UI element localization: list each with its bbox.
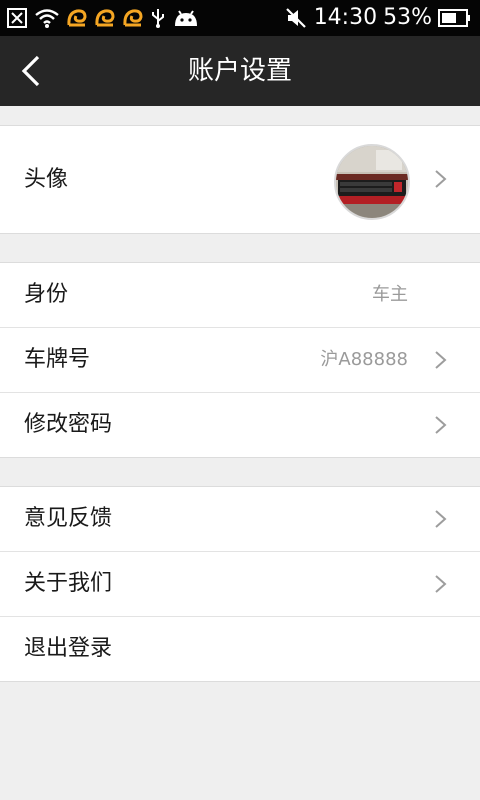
- about-us-row[interactable]: 关于我们: [0, 552, 480, 617]
- chevron-right-icon: [434, 415, 448, 435]
- status-right-info: 14:30 53%: [284, 5, 472, 31]
- chevron-right-icon: [434, 350, 448, 370]
- avatar-label: 头像: [24, 167, 69, 192]
- plate-label: 车牌号: [24, 347, 91, 372]
- status-time: 14:30: [313, 5, 378, 30]
- avatar-row[interactable]: 头像: [0, 126, 480, 233]
- app-notification-icon: [66, 7, 88, 29]
- wifi-icon: [34, 7, 60, 29]
- identity-row: 身份 车主: [0, 263, 480, 328]
- identity-value: 车主: [372, 284, 408, 305]
- about-us-label: 关于我们: [24, 571, 113, 596]
- plate-row[interactable]: 车牌号 沪A88888: [0, 328, 480, 393]
- logout-label: 退出登录: [24, 636, 113, 661]
- battery-percent: 53%: [383, 5, 432, 30]
- change-password-label: 修改密码: [24, 412, 113, 437]
- other-group: 意见反馈 关于我们 退出登录: [0, 486, 480, 682]
- status-left-icons: [6, 5, 200, 31]
- account-group: 身份 车主 车牌号 沪A88888 修改密码: [0, 262, 480, 458]
- identity-label: 身份: [24, 282, 69, 307]
- profile-group: 头像: [0, 125, 480, 234]
- android-icon: [172, 7, 200, 29]
- app-notification-icon: [94, 7, 116, 29]
- avatar: [334, 144, 410, 220]
- usb-icon: [150, 7, 166, 29]
- chevron-right-icon: [434, 169, 448, 189]
- page-title: 账户设置: [187, 56, 292, 86]
- logout-row[interactable]: 退出登录: [0, 617, 480, 681]
- chevron-right-icon: [434, 509, 448, 529]
- feedback-row[interactable]: 意见反馈: [0, 487, 480, 552]
- feedback-label: 意见反馈: [24, 506, 113, 531]
- battery-icon: [438, 8, 472, 28]
- status-bar: 14:30 53%: [0, 0, 480, 36]
- mute-icon: [284, 7, 308, 29]
- app-notification-icon: [122, 7, 144, 29]
- chevron-right-icon: [434, 574, 448, 594]
- title-bar: 账户设置: [0, 36, 480, 106]
- close-notification-icon: [6, 7, 28, 29]
- change-password-row[interactable]: 修改密码: [0, 393, 480, 457]
- plate-value: 沪A88888: [320, 349, 408, 370]
